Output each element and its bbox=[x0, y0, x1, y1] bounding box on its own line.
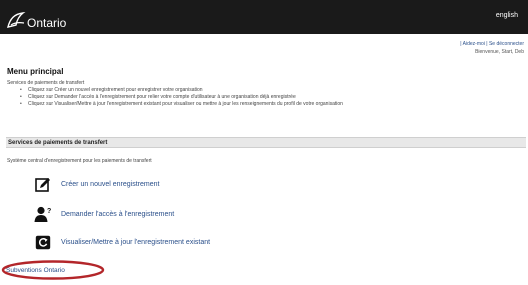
view-update-link[interactable]: Visualiser/Mettre à jour l'enregistremen… bbox=[61, 239, 210, 246]
user-question-icon: ? bbox=[34, 206, 52, 222]
view-update-action[interactable]: Visualiser/Mettre à jour l'enregistremen… bbox=[34, 234, 210, 250]
instruction-item: Cliquez sur Visualiser/Mettre à jour l'e… bbox=[20, 101, 515, 108]
user-links: | Aidez-moi | Se déconnecter Bienvenue, … bbox=[460, 40, 524, 56]
section-title: Services de paiements de transfert bbox=[8, 140, 108, 146]
logo-text: Ontario bbox=[27, 16, 67, 30]
page-title: Menu principal bbox=[7, 67, 64, 76]
create-registration-action[interactable]: Créer un nouvel enregistrement bbox=[34, 176, 159, 192]
instruction-item: Cliquez sur Demander l'accès à l'enregis… bbox=[20, 94, 515, 101]
help-logout-links[interactable]: | Aidez-moi | Se déconnecter bbox=[460, 41, 524, 47]
welcome-text: Bienvenue, Start, Deb bbox=[475, 49, 524, 55]
intro-text: Services de paiements de transfert bbox=[7, 80, 85, 86]
edit-icon bbox=[34, 176, 52, 192]
language-toggle-link[interactable]: english bbox=[496, 12, 518, 19]
trillium-icon bbox=[7, 12, 26, 28]
instructions-list: Cliquez sur Créer un nouvel enregistreme… bbox=[20, 87, 515, 108]
highlight-circle bbox=[1, 260, 105, 280]
refresh-icon bbox=[34, 234, 52, 250]
section-subtitle: Système central d'enregistrement pour le… bbox=[7, 158, 152, 164]
create-registration-link[interactable]: Créer un nouvel enregistrement bbox=[61, 181, 159, 188]
instruction-item: Cliquez sur Créer un nouvel enregistreme… bbox=[20, 87, 515, 94]
header-bar: Ontario english bbox=[0, 0, 528, 34]
request-access-action[interactable]: ? Demander l'accès à l'enregistrement bbox=[34, 206, 174, 222]
section-header: Services de paiements de transfert bbox=[6, 137, 526, 148]
svg-text:?: ? bbox=[47, 208, 51, 215]
ontario-logo[interactable]: Ontario bbox=[6, 6, 66, 30]
request-access-link[interactable]: Demander l'accès à l'enregistrement bbox=[61, 211, 174, 218]
